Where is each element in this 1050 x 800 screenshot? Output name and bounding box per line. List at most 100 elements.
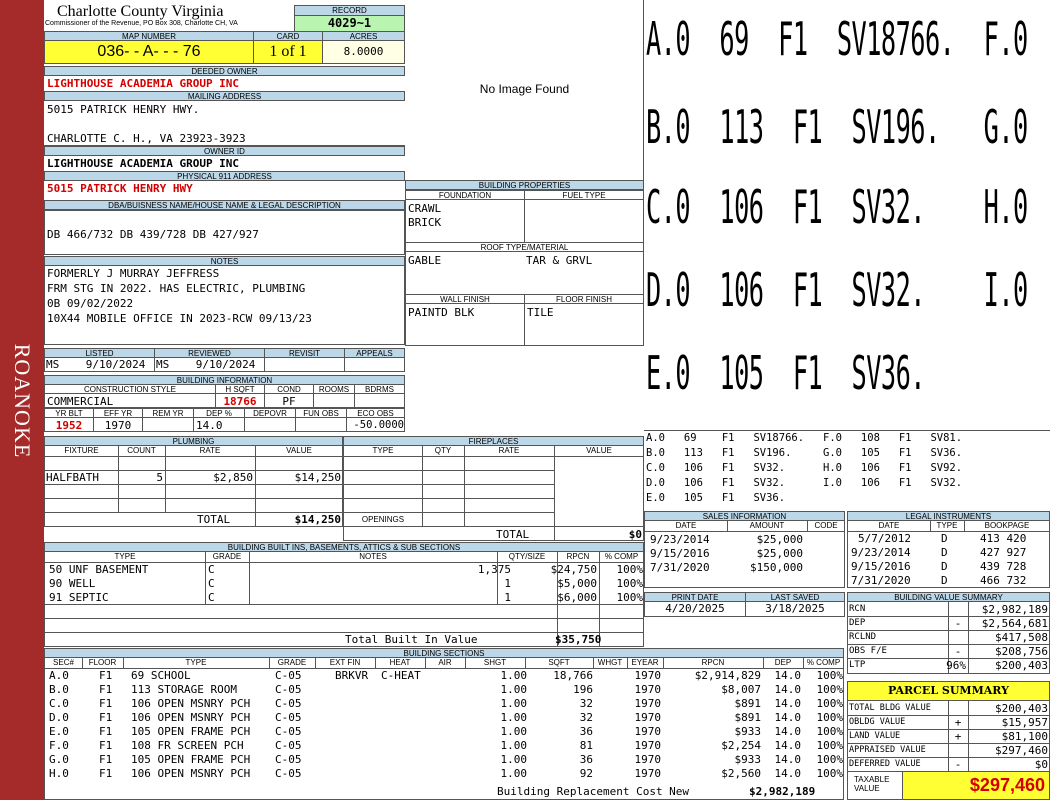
parcel-summary-sign: +	[954, 716, 962, 729]
section-sqft: 36	[579, 753, 593, 766]
deeded-owner-value: LIGHTHOUSE ACADEMIA GROUP INC	[47, 77, 240, 90]
sales-col-amount: AMOUNT	[749, 521, 785, 530]
section-sqft: 196	[573, 683, 593, 696]
county-title: Charlotte County Virginia	[57, 3, 224, 20]
builtins-col-qty: QTY/SIZE	[508, 552, 546, 561]
section-rpcn: $8,007	[721, 683, 761, 696]
section-grade: C-05	[275, 697, 302, 710]
hsqft-value: 18766	[215, 393, 265, 408]
section-dep: 14.0	[774, 697, 802, 710]
section-type: 106 OPEN MSNRY PCH	[131, 711, 251, 724]
effyr-value: 1970	[93, 417, 143, 432]
sections-col-floor: FLOOR	[88, 658, 117, 667]
sales-date: 9/23/2014	[650, 533, 710, 546]
builtins-comp: 100%	[616, 563, 644, 576]
sections-total-value: $2,982,189	[749, 785, 816, 798]
section-type: 69 SCHOOL	[131, 669, 191, 682]
sections-col-air: AIR	[438, 658, 452, 667]
foundation-value: BRICK	[408, 216, 442, 229]
parcel-summary-key: APPRAISED VALUE	[849, 745, 926, 755]
section-sec: E.0	[49, 725, 69, 738]
section-eyear: 1970	[634, 683, 662, 696]
listed-value: MS 9/10/2024	[44, 357, 155, 372]
value-summary-pct: 96%	[946, 659, 966, 672]
sales-col-date: DATE	[675, 521, 697, 530]
section-comp: 100%	[816, 697, 844, 710]
builtins-grade: C	[208, 577, 215, 590]
sections-col-comp: % COMP	[806, 658, 841, 667]
section-rpcn: $2,254	[721, 739, 761, 752]
builtins-type: 90 WELL	[49, 577, 96, 590]
rooms-value	[313, 393, 355, 408]
section-comp: 100%	[816, 683, 844, 696]
fireplace-openings-label: OPENINGS	[361, 515, 405, 524]
sections-col-shgt: SHGT	[483, 658, 507, 667]
parcel-summary-value: $200,403	[995, 702, 1048, 715]
reviewed-value: MS 9/10/2024	[154, 357, 265, 372]
sections-table: SEC# FLOOR TYPE GRADE EXT FIN HEAT AIR S…	[44, 657, 844, 800]
district-side-bar: ROANOKE	[0, 0, 44, 800]
section-sec: G.0	[49, 753, 69, 766]
parcel-summary-value: $0	[1034, 758, 1048, 771]
section-rpcn: $933	[734, 753, 762, 766]
legal-bookpage: 466 732	[980, 574, 1027, 587]
value-summary-value: $2,564,681	[981, 617, 1048, 630]
card-value: 1 of 1	[253, 40, 323, 64]
legal-col-type: TYPE	[936, 521, 958, 530]
section-eyear: 1970	[634, 725, 662, 738]
section-grade: C-05	[275, 711, 302, 724]
roof-type-value: GABLE	[408, 254, 442, 267]
legal-description-box: DB 466/732 DB 439/728 DB 427/927	[44, 210, 405, 255]
value-summary-key: OBS F/E	[849, 646, 887, 656]
section-grade: C-05	[275, 669, 302, 682]
section-rpcn: $2,560	[721, 767, 761, 780]
sales-date: 7/31/2020	[650, 561, 710, 574]
section-shgt: 1.00	[500, 739, 528, 752]
legal-instruments-table: DATE TYPE BOOKPAGE 5/7/2012 D 413 420 9/…	[847, 520, 1050, 588]
builtins-grade: C	[208, 591, 215, 604]
section-floor: F1	[99, 753, 113, 766]
section-grade: C-05	[275, 683, 302, 696]
sections-col-type: TYPE	[185, 658, 207, 667]
taxable-value: $297,460	[902, 771, 1050, 800]
fireplace-total-value: $0	[628, 528, 642, 541]
builtins-comp: 100%	[616, 577, 644, 590]
yrblt-value: 1952	[44, 417, 94, 432]
notes-line: FORMERLY J MURRAY JEFFRESS	[47, 267, 220, 280]
section-type: 108 FR SCREEN PCH	[131, 739, 244, 752]
section-comp: 100%	[816, 753, 844, 766]
sections-col-sec: SEC#	[53, 658, 74, 667]
legal-date: 5/7/2012	[858, 532, 911, 545]
builtins-rpcn: $5,000	[557, 577, 597, 590]
section-eyear: 1970	[634, 669, 662, 682]
sales-amount: $150,000	[750, 561, 803, 574]
value-summary-value: $208,756	[995, 645, 1048, 658]
section-floor: F1	[99, 683, 113, 696]
value-summary-sign: -	[954, 645, 962, 658]
value-summary-value: $417,508	[995, 631, 1048, 644]
section-shgt: 1.00	[500, 753, 528, 766]
fireplace-col-rate: RATE	[498, 446, 520, 455]
no-image-text: No Image Found	[479, 82, 570, 96]
legal-date: 7/31/2020	[851, 574, 911, 587]
ecoobs-value: -50.0000	[346, 417, 405, 432]
section-shgt: 1.00	[500, 767, 528, 780]
foundation-box: CRAWL BRICK	[405, 199, 525, 243]
bdrms-value	[354, 393, 405, 408]
section-grade: C-05	[275, 725, 302, 738]
legal-description-header: DBA/BUISNESS NAME/HOUSE NAME & LEGAL DES…	[44, 200, 405, 210]
owner-id-value: LIGHTHOUSE ACADEMIA GROUP INC	[47, 157, 240, 170]
builtins-col-comp: % COMP	[604, 552, 639, 561]
fireplace-col-type: TYPE	[372, 446, 394, 455]
sections-col-extfin: EXT FIN	[329, 658, 361, 667]
plumbing-rate: $2,850	[213, 471, 253, 484]
section-floor: F1	[99, 711, 113, 724]
builtins-total-label: Total Built In Value	[345, 633, 478, 646]
sketch-legend-line: D.0 106 F1 SV32. I.0 106 F1 SV32.	[646, 477, 963, 489]
legal-type: D	[941, 574, 948, 587]
deeded-owner-header: DEEDED OWNER	[44, 66, 405, 76]
section-sqft: 18,766	[553, 669, 593, 682]
value-summary-key: LTP	[849, 660, 866, 670]
fireplace-col-value: VALUE	[586, 446, 612, 455]
section-sec: B.0	[49, 683, 69, 696]
